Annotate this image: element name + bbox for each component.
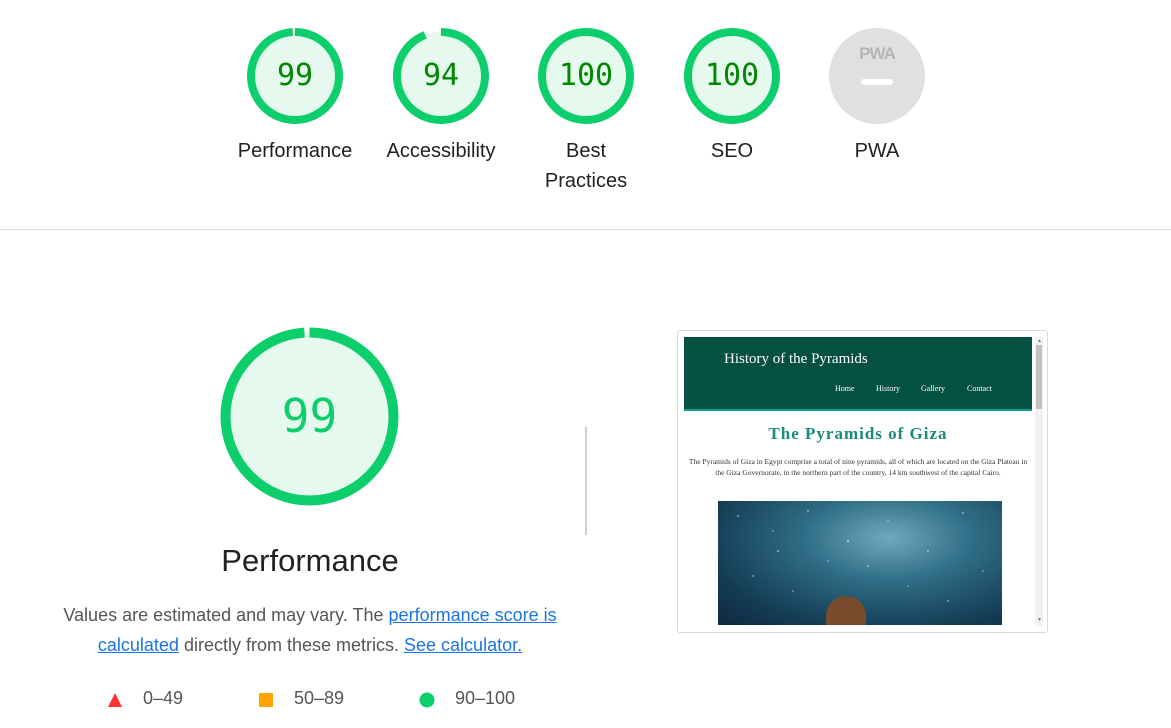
performance-title: Performance <box>221 543 399 578</box>
site-nav-history: History <box>876 384 900 393</box>
vertical-divider <box>585 427 587 535</box>
site-heading: The Pyramids of Giza <box>768 424 948 443</box>
gauge-best-practices[interactable]: 100 Best Practices <box>516 28 656 196</box>
score-gauges: 99 Performance 94 Accessibility 100 Best… <box>0 0 1171 230</box>
gauge-score: 99 <box>276 58 314 93</box>
site-header: History of the Pyramids Home History Gal… <box>684 337 1032 411</box>
gauge-ring: 100 <box>538 28 634 124</box>
final-screenshot[interactable]: History of the Pyramids Home History Gal… <box>677 330 1048 633</box>
desc-text: directly from these metrics. <box>178 635 405 655</box>
gauge-label: PWA <box>854 140 900 162</box>
site-nav-contact: Contact <box>967 384 992 393</box>
gauge-label: Best Practices <box>544 140 628 192</box>
triangle-icon <box>108 693 122 707</box>
screenshot-scrollbar[interactable]: ▲ ▼ <box>1035 337 1043 626</box>
legend-range: 50–89 <box>294 688 345 708</box>
scroll-up-icon[interactable]: ▲ <box>1037 338 1042 344</box>
performance-score-large: 99 <box>281 389 338 443</box>
circle-icon <box>419 692 435 708</box>
gauge-label: Accessibility <box>386 140 496 162</box>
night-sky-image <box>718 501 1002 625</box>
gauge-ring: 94 <box>393 28 489 124</box>
performance-description: Values are estimated and may vary. The p… <box>60 600 560 660</box>
pwa-dash-icon <box>861 79 893 85</box>
gauge-performance[interactable]: 99 Performance <box>225 28 365 166</box>
gauge-ring: 100 <box>684 28 780 124</box>
gauge-score: 94 <box>422 58 460 93</box>
desc-text: Values are estimated and may vary. The <box>63 605 389 625</box>
legend-range: 0–49 <box>143 688 184 708</box>
site-nav-gallery: Gallery <box>921 384 945 393</box>
pwa-badge-text: PWA <box>859 44 896 63</box>
performance-gauge-large: 99 <box>219 326 400 507</box>
gauge-label: SEO <box>710 140 754 162</box>
gauge-score: 100 <box>558 58 614 93</box>
gauge-ring: 99 <box>247 28 343 124</box>
square-icon <box>259 693 273 707</box>
gauge-pwa[interactable]: PWA PWA <box>807 28 947 166</box>
section-divider <box>0 229 1171 230</box>
gauge-accessibility[interactable]: 94 Accessibility <box>371 28 511 166</box>
site-paragraph: The Pyramids of Giza in Egypt comprise a… <box>688 457 1028 477</box>
scroll-thumb[interactable] <box>1036 345 1042 409</box>
scroll-down-icon[interactable]: ▼ <box>1037 617 1042 623</box>
gauge-seo[interactable]: 100 SEO <box>662 28 802 166</box>
legend-range: 90–100 <box>455 688 516 708</box>
see-calculator-link[interactable]: See calculator. <box>404 635 522 655</box>
pwa-badge-icon: PWA <box>829 28 925 124</box>
gauge-label: Performance <box>237 140 353 162</box>
site-title: History of the Pyramids <box>724 351 868 367</box>
gauge-score: 100 <box>704 58 760 93</box>
site-nav-home: Home <box>835 384 855 393</box>
